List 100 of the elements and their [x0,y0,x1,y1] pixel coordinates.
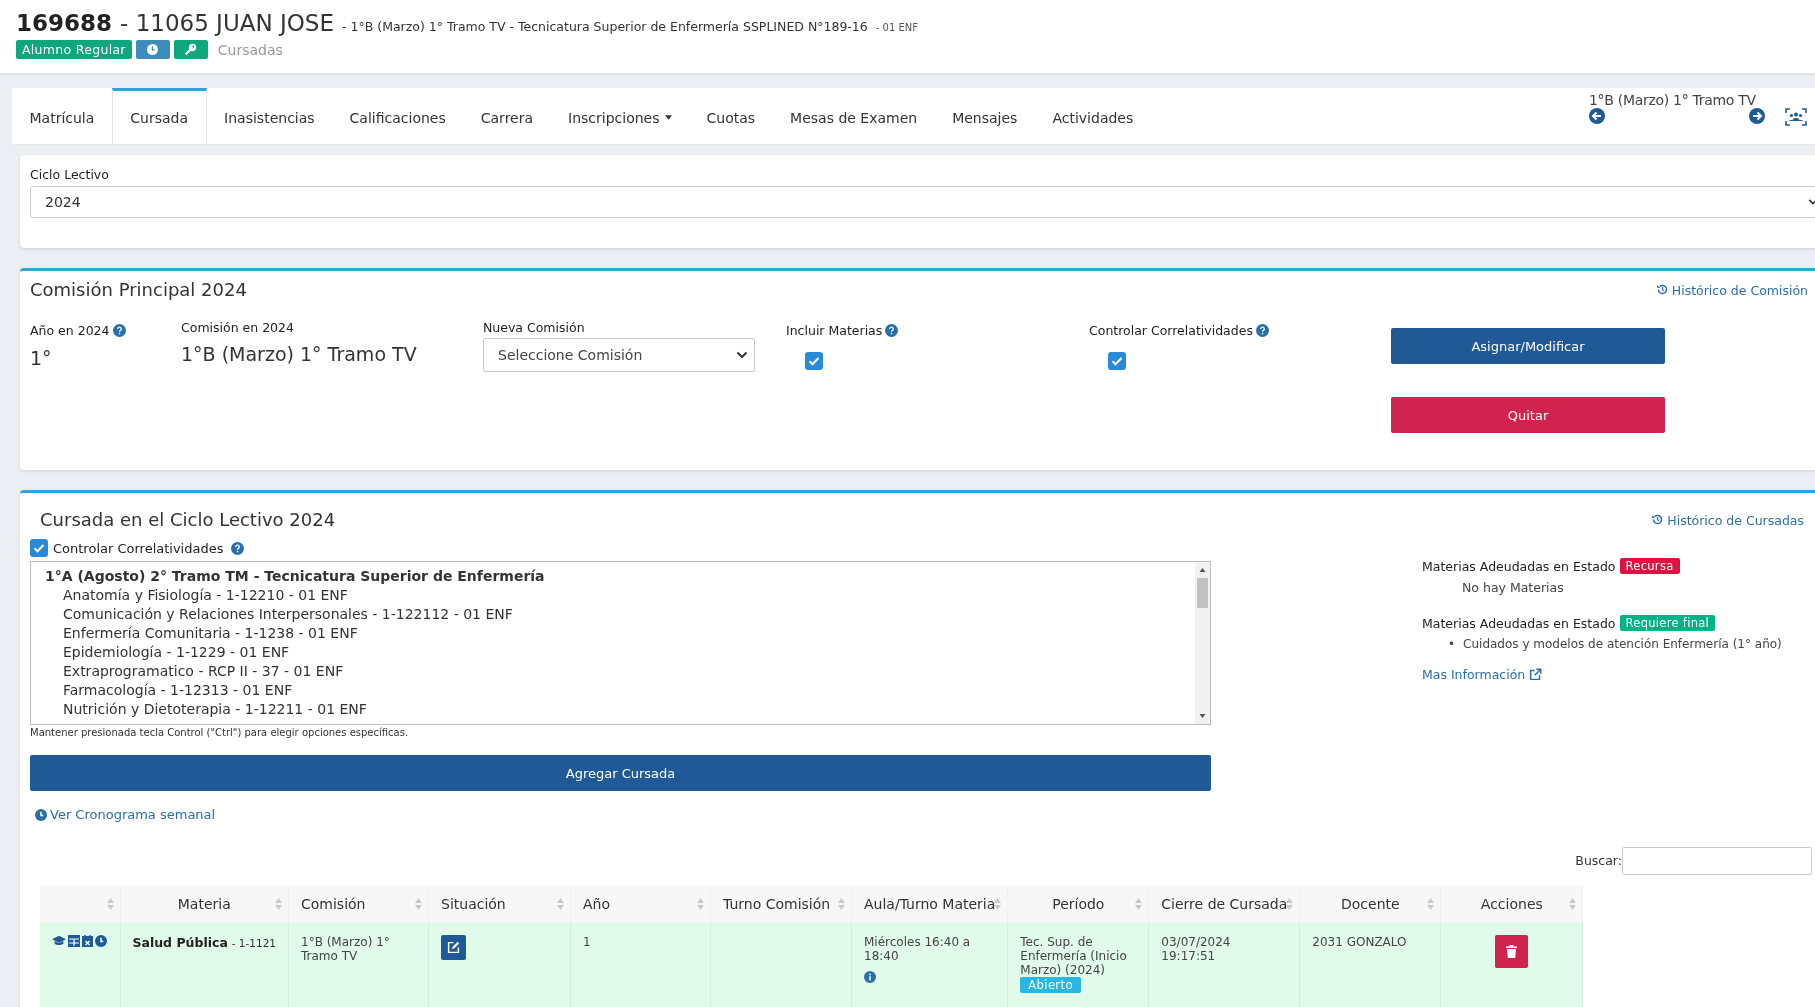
calendar-icon[interactable] [82,934,93,947]
division-code: - 01 ENF [875,22,918,33]
history-link[interactable]: Histórico de Cursadas [1651,513,1804,528]
list-option[interactable]: Anatomía y Fisiología - 1-12210 - 01 ENF [63,586,348,605]
delete-button[interactable] [1495,934,1529,968]
edit-icon [447,940,460,954]
table-cell-text: 03/07/2024 19:17:51 [1161,934,1232,963]
list-option[interactable]: Extraprogramatico - RCP II - 37 - 01 ENF [63,662,344,681]
history-icon [1655,283,1669,296]
help-icon [885,324,899,337]
add-cursada-button[interactable]: Agregar Cursada [30,755,1211,791]
more-info-link[interactable]: Mas Información [1422,667,1543,682]
key-button[interactable] [173,40,208,59]
owed-label: Materias Adeudadas en Estado [1422,615,1616,631]
info-icon[interactable] [864,970,876,983]
ciclo-select[interactable]: 2024 [30,186,1815,218]
status-badge: Requiere final [1619,615,1716,631]
help-icon [231,541,245,555]
clock-icon [35,808,47,821]
status-badge: Abierto [1020,976,1081,993]
field-label: Controlar Correlatividades [1089,323,1253,338]
caret-icon [1808,198,1815,206]
assign-button[interactable]: Asignar/Modificar [1391,328,1665,364]
card-title: Comisión Principal 2024 [30,279,247,300]
empty-message: No hay Materias [1462,580,1565,595]
year-value: 1° [30,347,53,369]
help-icon [1255,324,1269,337]
trash-icon [1506,944,1518,958]
field-label: Nueva Comisión [483,320,586,335]
previous-arrow-icon[interactable] [1589,108,1605,124]
column-header[interactable]: Situación [441,895,506,912]
column-header[interactable]: Período [1052,895,1105,912]
checkbox[interactable] [30,539,48,557]
group-icon[interactable] [1785,108,1807,126]
owed-label: Materias Adeudadas en Estado [1422,558,1616,574]
student-id: 169688 [16,10,113,36]
ciclo-label: Ciclo Lectivo [30,167,110,182]
tab[interactable]: Actividades [1034,88,1151,144]
field-label: Comisión en 2024 [181,320,295,335]
table-cell-text: Tec. Sup. de Enfermería (Inicio Marzo) (2024) [1020,934,1128,977]
graduation-cap-icon[interactable] [52,934,66,947]
field-label: Año en 2024 [30,323,110,338]
tab[interactable]: Mesas de Examen [772,88,935,144]
career-subtitle: - 1°B (Marzo) 1° Tramo TV - Tecnicatura Superior de Enfermería SSPLINED N°189-16 [342,19,868,34]
list-option[interactable]: Comunicación y Relaciones Interpersonales - 1-122112 - 01 ENF [63,605,513,624]
list-option[interactable]: Nutrición y Dietoterapia - 1-12211 - 01 ENF [63,700,367,719]
bullet: • [1448,637,1456,651]
search-field[interactable] [1622,846,1812,875]
clock-icon [147,44,159,55]
tab[interactable]: Inscripciones [550,88,689,144]
list-group-label: 1°A (Agosto) 2° Tramo TM - Tecnicatura Superior de Enfermería [45,567,546,586]
clock-icon[interactable] [95,934,107,947]
tab[interactable]: Calificaciones [332,88,464,144]
search-label: Buscar: [1575,853,1622,868]
key-icon [184,43,198,56]
schedule-link[interactable]: Ver Cronograma semanal [35,807,216,822]
subject-name: Salud Pública [132,934,228,950]
remove-button[interactable]: Quitar [1391,397,1665,433]
card-title: Cursada en el Ciclo Lectivo 2024 [40,509,336,530]
help-icon [112,324,126,337]
next-arrow-icon[interactable] [1749,108,1765,124]
subject-code: - 1-1121 [231,936,276,949]
section-label: Cursadas [217,41,283,58]
subject-list[interactable] [30,561,1211,725]
table-cell-text: 1 [583,934,592,949]
commission-select[interactable]: Seleccione Comisión [483,338,755,372]
tab[interactable]: Matrícula [12,88,112,144]
help-text: Mantener presionada tecla Control ("Ctrl") para elegir opciones específicas. [30,727,410,738]
checkbox[interactable] [1108,352,1126,370]
list-option[interactable]: Farmacología - 1-12313 - 01 ENF [63,681,293,700]
clock-button[interactable] [135,40,170,59]
commission-value: 1°B (Marzo) 1° Tramo TV [181,343,418,365]
caret-icon [736,351,748,359]
list-option[interactable]: Enfermería Comunitaria - 1-1238 - 01 ENF [63,624,358,643]
edit-button[interactable] [441,934,466,960]
scrollbar[interactable] [1195,562,1210,724]
table-cell-text: Miércoles 16:40 a 18:40 [864,934,972,963]
tab[interactable]: Inasistencias [206,88,333,144]
column-header[interactable]: Materia [177,895,231,912]
tab[interactable]: Carrera [463,88,551,144]
history-icon [1651,513,1665,526]
tab[interactable]: Cursada [111,88,207,144]
external-link-icon [1529,668,1543,681]
checkbox-label: Controlar Correlatividades [53,540,224,556]
history-link[interactable]: Histórico de Comisión [1655,283,1808,298]
commission-name: 1°B (Marzo) 1° Tramo TV [1589,92,1757,108]
table-cell-text: 1°B (Marzo) 1° Tramo TV [301,934,391,963]
table-icon[interactable] [68,934,80,947]
status-badge: Alumno Regular [16,40,132,59]
table-cell-text: 2031 GONZALO [1312,934,1408,949]
owed-subject: Cuidados y modelos de atención Enfermería (1° año) [1463,637,1782,651]
checkbox[interactable] [805,352,823,370]
tab[interactable]: Cuotas [689,88,773,144]
column-header[interactable]: Docente [1341,895,1400,912]
field-label: Incluir Materias [786,323,883,338]
column-header[interactable]: Año [583,895,610,912]
status-badge: Recursa [1619,558,1680,574]
tab[interactable]: Mensajes [934,88,1035,144]
column-header[interactable]: Acciones [1480,895,1543,912]
list-option[interactable]: Epidemiología - 1-1229 - 01 ENF [63,643,290,662]
